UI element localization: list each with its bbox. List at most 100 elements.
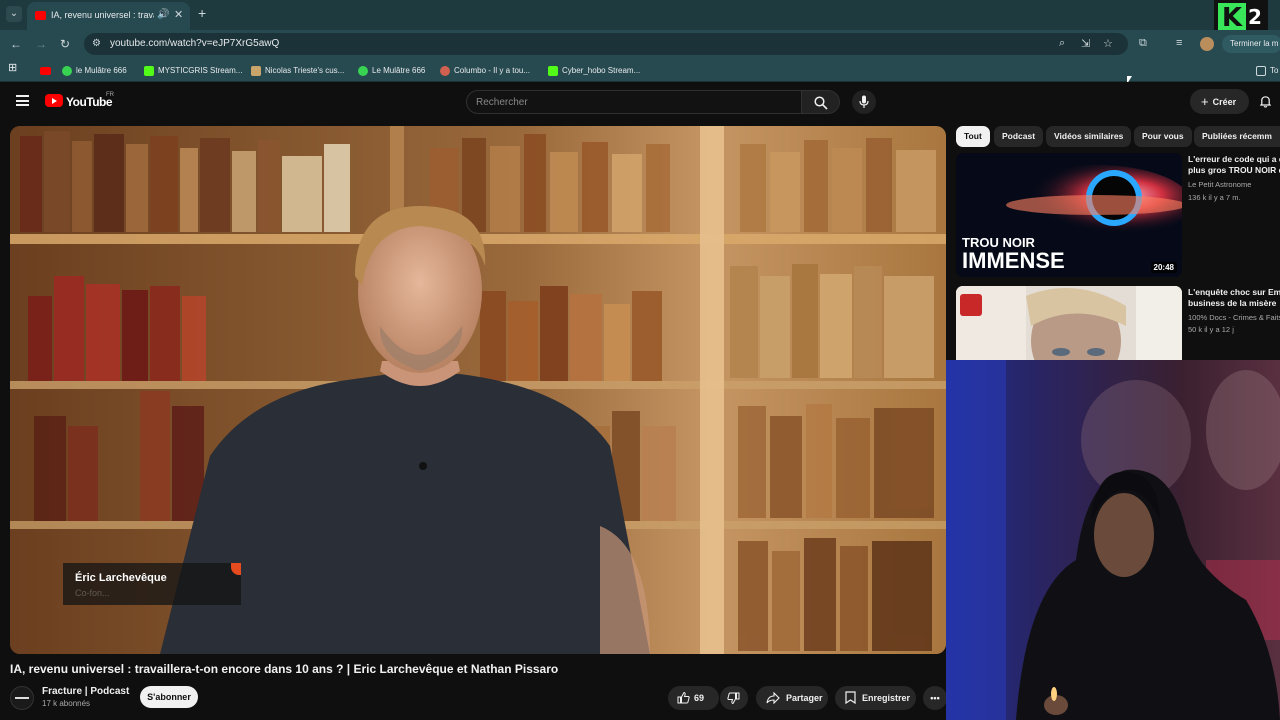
save-label: Enregistrer (862, 693, 911, 703)
dislike-button[interactable] (720, 686, 748, 710)
kick-icon (144, 65, 154, 76)
columbo-icon (440, 65, 450, 76)
bookmark-label: le Mulâtre 666 (76, 66, 127, 75)
site-info-icon[interactable]: ⚙ (92, 38, 101, 49)
apps-grid-icon[interactable]: ⊞ (8, 62, 17, 75)
install-app-icon[interactable]: ⇲ (1081, 37, 1090, 50)
video-title: IA, revenu universel : travaillera-t-on … (10, 662, 559, 676)
bookmark-label: MYSTICGRIS Stream... (158, 66, 243, 75)
bookmark-star-icon[interactable]: ☆ (1103, 37, 1113, 50)
chip-recent[interactable]: Publiées récemm (1194, 126, 1280, 147)
caption-accent (231, 563, 241, 575)
thumb-caption-line2: IMMENSE (962, 248, 1065, 273)
speaker-icon[interactable]: 🔊 (157, 9, 169, 20)
search-icon (814, 96, 828, 110)
chip-for-you[interactable]: Pour vous (1134, 126, 1192, 147)
speaker-name: Éric Larchevêque (75, 572, 167, 584)
bookmark-item[interactable]: Cyber_hobo Stream... (548, 64, 640, 77)
chip-similar-videos[interactable]: Vidéos similaires (1046, 126, 1132, 147)
more-actions-icon[interactable]: ••• (923, 686, 947, 710)
recommendation-title[interactable]: L'enquête choc sur Emn (1188, 287, 1280, 298)
address-url[interactable]: youtube.com/watch?v=eJP7XrG5awQ (110, 38, 279, 49)
like-count: 69 (694, 693, 705, 703)
finish-update-button[interactable]: Terminer la m (1222, 35, 1280, 53)
youtube-bookmark-icon (40, 66, 51, 75)
recommendation-meta: 50 k il y a 12 j (1188, 325, 1234, 334)
share-label: Partager (786, 693, 823, 703)
speaker-role: Co-fon... (75, 588, 110, 598)
speaker-lower-third: Éric Larchevêque Co-fon... (63, 563, 241, 605)
fox-icon (251, 65, 261, 76)
documentary-artwork (956, 286, 1182, 366)
recommendation-channel[interactable]: Le Petit Astronome (1188, 180, 1251, 189)
thumbs-down-icon (727, 692, 740, 705)
bookmark-label: Cyber_hobo Stream... (562, 66, 641, 75)
forward-arrow-icon[interactable]: → (35, 37, 47, 51)
subscriber-count: 17 k abonnés (42, 699, 91, 708)
kick-icon (62, 65, 72, 76)
close-tab-icon[interactable]: ✕ (174, 8, 183, 21)
browser-toolbar: ← → ↻ ⚙ youtube.com/watch?v=eJP7XrG5awQ … (0, 30, 1280, 58)
recommendation-meta: 136 k il y a 7 m. (1188, 193, 1241, 202)
recommendation-title[interactable]: L'erreur de code qui a d (1188, 154, 1280, 165)
bookmark-label: Columbo - Il y a tou... (454, 66, 531, 75)
tab-title: IA, revenu universel : travailler (51, 10, 154, 20)
share-button[interactable]: Partager (756, 686, 828, 710)
chip-all[interactable]: Tout (956, 126, 990, 147)
recommendation-thumbnail[interactable]: TROU NOIR IMMENSE 20:48 (956, 153, 1182, 277)
kick-icon (548, 65, 558, 76)
like-button[interactable]: 69 (668, 686, 719, 710)
bookmark-youtube[interactable] (40, 64, 55, 77)
youtube-logo-icon[interactable] (45, 94, 63, 107)
create-label: Créer (1212, 97, 1237, 107)
reload-icon[interactable]: ↻ (60, 37, 70, 51)
channel-avatar[interactable] (10, 686, 34, 710)
bookmark-label: Le Mulâtre 666 (372, 66, 426, 75)
bookmark-item[interactable]: le Mulâtre 666 (62, 64, 127, 77)
save-button[interactable]: Enregistrer (835, 686, 916, 710)
profile-avatar[interactable] (1200, 37, 1214, 51)
bookmark-label: To (1270, 66, 1279, 75)
save-bookmark-icon (845, 691, 856, 704)
bookmark-item[interactable]: Le Mulâtre 666 (358, 64, 425, 77)
back-arrow-icon[interactable]: ← (10, 37, 22, 51)
microphone-icon (859, 95, 869, 108)
youtube-favicon-icon (35, 11, 46, 20)
thumbs-up-icon (677, 691, 690, 704)
subscribe-button[interactable]: S'abonner (140, 686, 198, 708)
video-duration: 20:48 (1150, 262, 1177, 273)
zoom-icon[interactable]: ⌕ (1059, 37, 1065, 50)
create-button[interactable]: + Créer (1190, 89, 1249, 114)
browser-tab-bar: ⌄ IA, revenu universel : travailler 🔊 ✕ … (0, 0, 1280, 30)
search-input[interactable]: Rechercher (466, 90, 802, 114)
address-bar[interactable]: ⚙ youtube.com/watch?v=eJP7XrG5awQ ⌕ ⇲ ☆ (84, 33, 1128, 55)
recommendation-thumbnail[interactable] (956, 286, 1182, 366)
bookmarks-bar: ⊞ le Mulâtre 666 MYSTICGRIS Stream... Ni… (0, 58, 1280, 82)
media-queue-icon[interactable]: ≡ (1176, 37, 1182, 49)
chip-podcast[interactable]: Podcast (994, 126, 1044, 147)
channel-name[interactable]: Fracture | Podcast (42, 686, 129, 697)
country-code: FR (106, 92, 114, 98)
youtube-header: YouTube FR Rechercher + Créer (0, 82, 1280, 120)
voice-search-button[interactable] (852, 90, 876, 114)
other-bookmarks-folder[interactable]: To (1256, 64, 1278, 77)
tab-list-chevron-icon[interactable]: ⌄ (6, 6, 22, 22)
search-button[interactable] (802, 90, 840, 114)
recommendation-title-cont[interactable]: business de la misère (1188, 298, 1276, 309)
menu-hamburger-icon[interactable] (16, 95, 29, 106)
browser-tab-active[interactable]: IA, revenu universel : travailler 🔊 ✕ (27, 2, 190, 30)
kick-icon (358, 65, 368, 76)
recommendation-channel[interactable]: 100% Docs - Crimes & Faits (1188, 313, 1280, 322)
k2-logo-number: 2 (1248, 5, 1262, 29)
extensions-puzzle-icon[interactable]: ⧉ (1139, 37, 1147, 50)
recommendation-title-cont[interactable]: plus gros TROU NOIR de (1188, 165, 1280, 176)
bookmark-item[interactable]: Columbo - Il y a tou... (440, 64, 530, 77)
bookmark-item[interactable]: Nicolas Trieste's cus... (251, 64, 344, 77)
bookmark-label: Nicolas Trieste's cus... (265, 66, 345, 75)
share-arrow-icon (766, 692, 780, 704)
webcam-frame (946, 360, 1280, 720)
new-tab-plus-icon[interactable]: + (198, 5, 206, 21)
notifications-bell-icon[interactable] (1259, 95, 1272, 108)
streamer-webcam-overlay (946, 360, 1280, 720)
bookmark-item[interactable]: MYSTICGRIS Stream... (144, 64, 242, 77)
